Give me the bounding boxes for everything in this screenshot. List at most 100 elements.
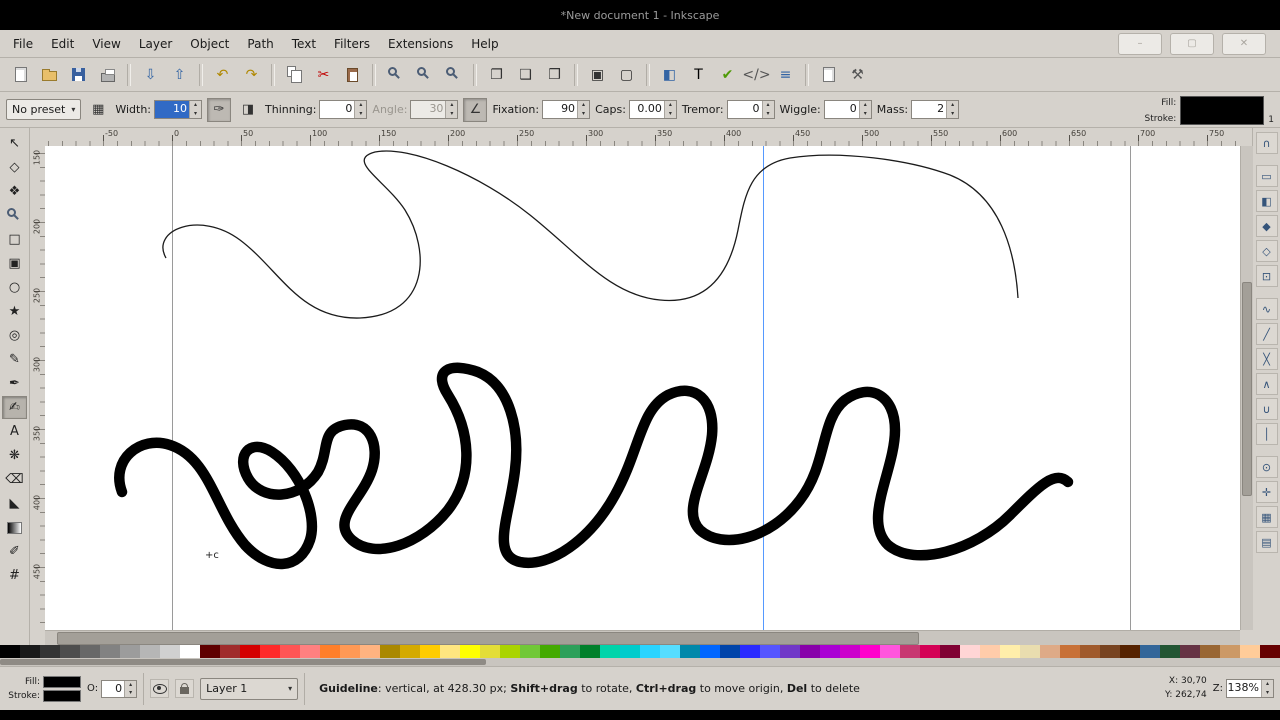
wiggle-spin-buttons[interactable]	[858, 101, 871, 118]
close-button[interactable]: ✕	[1222, 32, 1266, 55]
eraser-tool[interactable]: ⌫	[2, 468, 27, 491]
caps-spin-buttons[interactable]	[663, 101, 676, 118]
tremor-spin-buttons[interactable]	[761, 101, 774, 118]
palette-swatch[interactable]	[960, 645, 980, 658]
tweak-tool[interactable]: ❖	[2, 180, 27, 203]
pencil-tool[interactable]: ✎	[2, 348, 27, 371]
palette-swatch[interactable]	[340, 645, 360, 658]
drawing-svg[interactable]	[45, 146, 1240, 630]
palette-swatch[interactable]	[1020, 645, 1040, 658]
palette-swatch[interactable]	[200, 645, 220, 658]
palette-swatch[interactable]	[980, 645, 1000, 658]
palette-swatch[interactable]	[1120, 645, 1140, 658]
import-image-button[interactable]: ⇩	[137, 61, 164, 88]
palette-swatch[interactable]	[580, 645, 600, 658]
palette-swatch[interactable]	[720, 645, 740, 658]
width-entry[interactable]: 10	[154, 100, 202, 119]
menu-view[interactable]: View	[83, 32, 129, 56]
palette-swatch[interactable]	[700, 645, 720, 658]
stroke-swatch[interactable]	[43, 689, 81, 702]
duplicate-button[interactable]: ❐	[483, 61, 510, 88]
node-tool[interactable]: ◇	[2, 156, 27, 179]
palette-swatch[interactable]	[100, 645, 120, 658]
layer-lock-toggle[interactable]	[175, 679, 195, 698]
snap-bbox-centers-button[interactable]: ⊡	[1255, 265, 1278, 287]
selector-tool[interactable]: ↖	[2, 132, 27, 155]
menu-layer[interactable]: Layer	[130, 32, 181, 56]
palette-swatch[interactable]	[1220, 645, 1240, 658]
palette-swatch[interactable]	[920, 645, 940, 658]
fixation-spin-buttons[interactable]	[577, 101, 590, 118]
group-objects-button[interactable]: ▣	[584, 61, 611, 88]
copy-button[interactable]	[281, 61, 308, 88]
fill-stroke-swatch[interactable]	[1180, 96, 1265, 125]
star-tool[interactable]: ★	[2, 300, 27, 323]
palette-swatch[interactable]	[800, 645, 820, 658]
zoom-to-drawing-button[interactable]	[411, 61, 438, 88]
palette-swatch[interactable]	[520, 645, 540, 658]
gradient-tool[interactable]	[2, 516, 27, 539]
snap-rotation-centers-button[interactable]: ✛	[1255, 481, 1278, 503]
palette-swatch[interactable]	[300, 645, 320, 658]
vertical-scrollbar-thumb[interactable]	[1242, 281, 1252, 497]
fill-swatch[interactable]	[43, 675, 81, 688]
caps-entry[interactable]: 0.00	[628, 100, 677, 119]
text-tool[interactable]: A	[2, 420, 27, 443]
palette-swatch[interactable]	[0, 645, 20, 658]
ellipse-tool[interactable]: ○	[2, 276, 27, 299]
print-document-button[interactable]	[94, 61, 121, 88]
document-properties-button[interactable]	[815, 61, 842, 88]
palette-swatch[interactable]	[320, 645, 340, 658]
palette-swatch[interactable]	[500, 645, 520, 658]
unlink-clone-button[interactable]: ❒	[541, 61, 568, 88]
thinning-spin-buttons[interactable]	[354, 101, 367, 118]
snap-nodes-button[interactable]: ∿	[1255, 298, 1278, 320]
align-distribute-dialog-button[interactable]: ≡	[772, 61, 799, 88]
menu-object[interactable]: Object	[181, 32, 238, 56]
snap-smooth-nodes-button[interactable]: ∪	[1255, 398, 1278, 420]
palette-swatch[interactable]	[1040, 645, 1060, 658]
palette-swatch[interactable]	[120, 645, 140, 658]
cut-button[interactable]: ✂	[310, 61, 337, 88]
wiggle-entry[interactable]: 0	[823, 100, 872, 119]
palette-swatch[interactable]	[860, 645, 880, 658]
palette-swatch[interactable]	[600, 645, 620, 658]
angle-entry[interactable]: 30	[410, 100, 459, 119]
preset-combo[interactable]: No preset	[6, 99, 82, 120]
calligraphy-tool[interactable]: ✍	[2, 396, 27, 419]
menu-edit[interactable]: Edit	[42, 32, 83, 56]
palette-swatch[interactable]	[760, 645, 780, 658]
connector-tool[interactable]: #	[2, 564, 27, 587]
menu-path[interactable]: Path	[238, 32, 282, 56]
zoom-entry[interactable]: 138%	[1226, 679, 1274, 698]
preferences-button[interactable]: ⚒	[844, 61, 871, 88]
opacity-spin-buttons[interactable]	[124, 680, 137, 697]
palette-swatch[interactable]	[1060, 645, 1080, 658]
palette-swatch[interactable]	[380, 645, 400, 658]
snap-bbox-corners-button[interactable]: ◆	[1255, 215, 1278, 237]
spray-tool[interactable]: ❋	[2, 444, 27, 467]
snap-object-centers-button[interactable]: ⊙	[1255, 456, 1278, 478]
snap-cusp-nodes-button[interactable]: ∧	[1255, 373, 1278, 395]
layer-selector[interactable]: Layer 1	[200, 677, 299, 700]
minimize-button[interactable]: –	[1118, 32, 1162, 55]
export-png-button[interactable]: ⇧	[166, 61, 193, 88]
palette-swatch[interactable]	[560, 645, 580, 658]
palette-swatch[interactable]	[1180, 645, 1200, 658]
palette-swatch[interactable]	[1240, 645, 1260, 658]
palette-swatch[interactable]	[740, 645, 760, 658]
redo-button[interactable]: ↷	[238, 61, 265, 88]
vertical-ruler[interactable]: 150 200 250 300 350 400 450	[30, 146, 46, 630]
thinning-entry[interactable]: 0	[319, 100, 368, 119]
tremor-entry[interactable]: 0	[726, 100, 775, 119]
canvas[interactable]: +c	[45, 146, 1240, 630]
palette-swatch[interactable]	[1000, 645, 1020, 658]
palette-swatch[interactable]	[40, 645, 60, 658]
save-preset-toggle[interactable]: ▦	[86, 98, 110, 122]
thick-calligraphy-stroke[interactable]	[114, 362, 1074, 570]
zoom-to-page-button[interactable]	[440, 61, 467, 88]
palette-swatch[interactable]	[640, 645, 660, 658]
palette-swatch[interactable]	[900, 645, 920, 658]
snap-path-intersections-button[interactable]: ╳	[1255, 348, 1278, 370]
horizontal-ruler[interactable]: -50 0 50 100 150 200 250 300 350 400 450 500 550 600 6…	[45, 128, 1240, 147]
